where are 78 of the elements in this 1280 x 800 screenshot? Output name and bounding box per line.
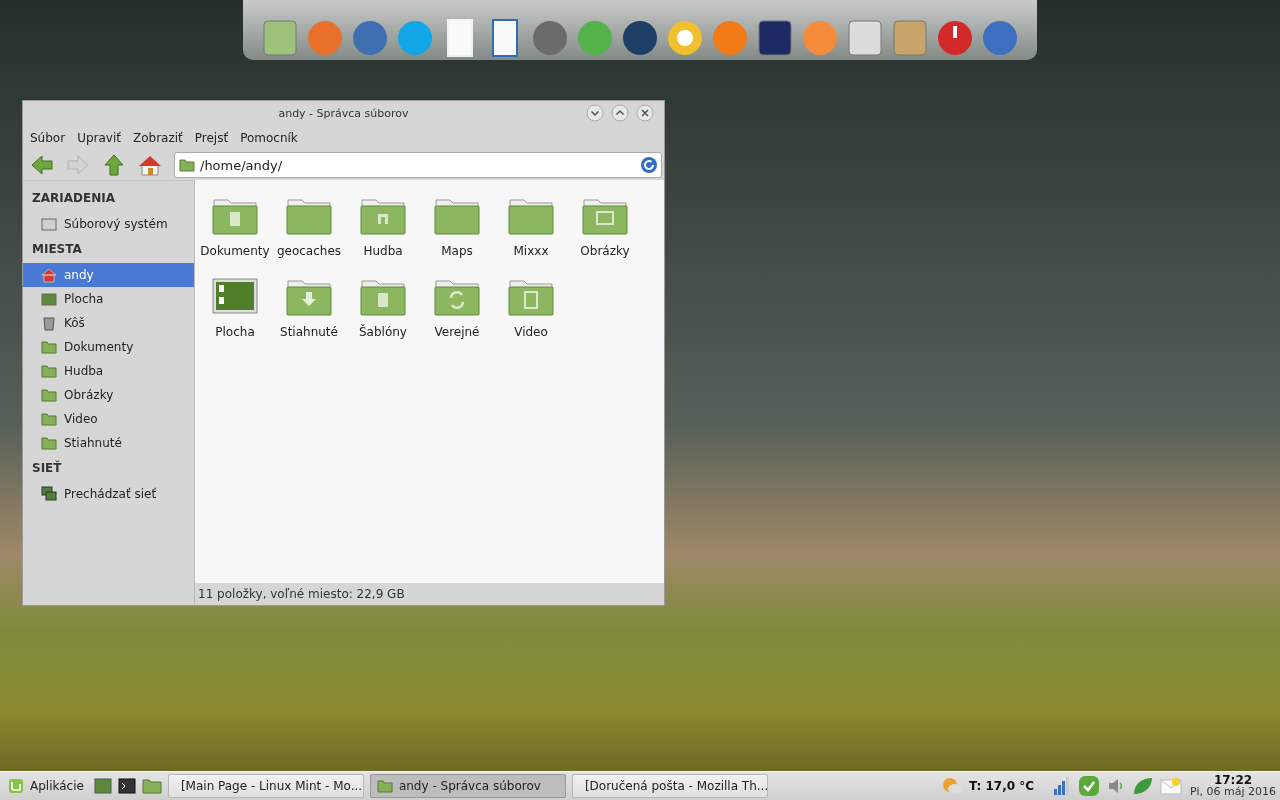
folder-icon: [376, 778, 393, 794]
folder-icon: [359, 277, 407, 317]
home-icon: [41, 267, 57, 283]
menu-item[interactable]: Prejsť: [194, 131, 229, 145]
up-arrow-icon[interactable]: [102, 153, 126, 177]
folder-icon: [581, 196, 629, 236]
mail-icon[interactable]: [1160, 777, 1183, 795]
home-icon[interactable]: [138, 153, 162, 177]
download-icon: [41, 435, 57, 451]
file-item[interactable]: Obrázky: [568, 196, 642, 277]
clock-time[interactable]: 17:22: [1213, 774, 1253, 786]
folder-launcher-icon[interactable]: [141, 778, 162, 794]
window-title: andy - Správca súborov: [278, 107, 409, 120]
weather-icon[interactable]: [940, 776, 963, 796]
menu-item[interactable]: Zobraziť: [132, 131, 183, 145]
leaf-icon[interactable]: [1132, 776, 1155, 796]
file-item[interactable]: Video: [494, 277, 568, 358]
mint-logo-icon: [8, 778, 24, 794]
sidebar-item[interactable]: Dokumenty: [23, 335, 194, 359]
file-item[interactable]: Hudba: [346, 196, 420, 277]
power-app-icon[interactable]: [935, 18, 975, 58]
taskbar-window-button[interactable]: [Main Page - Linux Mint - Mo...: [167, 774, 364, 798]
applications-menu-button[interactable]: Aplikácie: [4, 776, 88, 796]
trash-icon: [41, 315, 57, 331]
menu-item[interactable]: Upraviť: [77, 131, 121, 145]
folder-icon: [433, 277, 481, 317]
pictures-icon: [41, 387, 57, 403]
taskbar-window-button[interactable]: andy - Správca súborov: [369, 774, 566, 798]
terminal-icon[interactable]: [117, 778, 136, 794]
status-bar-text: 11 položky, voľné miesto: 22,9 GB: [195, 583, 664, 605]
desktop-icon: [41, 291, 57, 307]
file-item[interactable]: Stiahnuté: [272, 277, 346, 358]
sidebar-item[interactable]: Video: [23, 407, 194, 431]
file-item[interactable]: Šablóny: [346, 277, 420, 358]
folder-icon: [179, 158, 195, 172]
file-item[interactable]: Dokumenty: [198, 196, 272, 277]
drive-icon: [41, 216, 57, 232]
file-item[interactable]: Maps: [420, 196, 494, 277]
menu-item[interactable]: Pomocník: [240, 131, 298, 145]
location-field[interactable]: /home/andy/: [174, 152, 662, 178]
documents-icon: [41, 339, 57, 355]
folder-icon: [507, 196, 555, 236]
video-icon: [41, 411, 57, 427]
folder-icon: [211, 196, 259, 236]
sidebar-heading: SIEŤ: [31, 459, 63, 477]
folder-icon: [285, 277, 333, 317]
sidebar-item[interactable]: Súborový systém: [23, 212, 194, 236]
file-item[interactable]: geocaches: [272, 196, 346, 277]
maximize-icon[interactable]: [611, 104, 629, 122]
folder-icon: [507, 277, 555, 317]
taskbar-window-button[interactable]: [Doručená pošta - Mozilla Th...: [571, 774, 768, 798]
temperature-text: T: 17,0 °C: [968, 779, 1035, 793]
minimize-icon[interactable]: [586, 104, 604, 122]
sidebar-item[interactable]: Obrázky: [23, 383, 194, 407]
folder-icon: [285, 196, 333, 236]
music-icon: [41, 363, 57, 379]
folder-icon: [433, 196, 481, 236]
file-item[interactable]: Verejné: [420, 277, 494, 358]
folder-icon: [359, 196, 407, 236]
desktop-launcher-icon[interactable]: [93, 778, 112, 794]
sidebar-item[interactable]: Plocha: [23, 287, 194, 311]
close-icon[interactable]: [636, 104, 654, 122]
file-item[interactable]: Plocha: [198, 277, 272, 358]
sidebar-item[interactable]: Kôš: [23, 311, 194, 335]
check-shield-icon[interactable]: [1078, 775, 1101, 797]
sidebar-item[interactable]: Prechádzať sieť: [23, 482, 194, 506]
sidebar-heading: ZARIADENIA: [31, 190, 116, 207]
sidebar-item[interactable]: andy: [23, 263, 194, 287]
sidebar-item[interactable]: Hudba: [23, 359, 194, 383]
reload-icon[interactable]: [640, 156, 658, 174]
clock-date[interactable]: Pi, 06 máj 2016: [1190, 786, 1276, 798]
sidebar-heading: MIESTA: [31, 241, 83, 258]
back-arrow-icon[interactable]: [30, 153, 54, 177]
desktop-icon: [211, 277, 259, 317]
sidebar-item[interactable]: Stiahnuté: [23, 431, 194, 455]
menu-item[interactable]: Súbor: [30, 131, 66, 145]
file-item[interactable]: Mixxx: [494, 196, 568, 277]
network-icon: [41, 486, 57, 502]
